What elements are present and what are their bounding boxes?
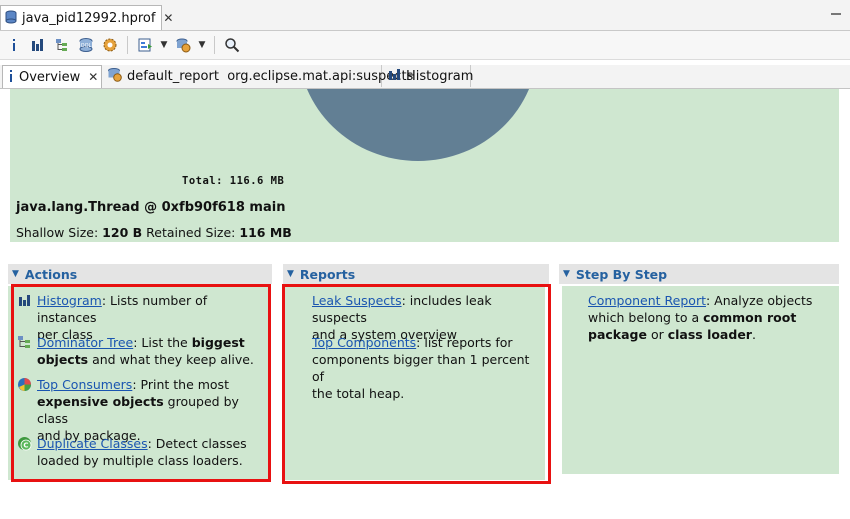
- step-by-step-header[interactable]: ▼ Step By Step: [559, 264, 839, 284]
- section-title: Step By Step: [575, 266, 668, 282]
- overview-content: Total: 116.6 MB java.lang.Thread @ 0xfb9…: [0, 89, 850, 519]
- tab-label: Overview: [19, 69, 81, 85]
- file-tab[interactable]: java_pid12992.hprof ✕: [0, 5, 173, 30]
- pie-chart[interactable]: [298, 89, 538, 161]
- section-title: Reports: [299, 266, 356, 282]
- item-text: .: [751, 327, 756, 342]
- actions-header[interactable]: ▼ Actions: [8, 264, 272, 284]
- tab-overview[interactable]: Overview ✕: [2, 65, 102, 88]
- collapse-arrow-icon[interactable]: ▼: [563, 269, 570, 279]
- close-icon[interactable]: ✕: [88, 70, 98, 84]
- info-icon: [8, 69, 14, 85]
- step-component-report: Component Report: Analyze objects which …: [588, 292, 833, 343]
- highlight-box-actions: [11, 284, 271, 482]
- chevron-down-icon[interactable]: ▼: [159, 40, 169, 50]
- collapse-arrow-icon[interactable]: ▼: [287, 269, 294, 279]
- close-icon[interactable]: ✕: [163, 11, 173, 25]
- editor-tab-bar: Overview ✕ default_report org.eclipse.ma…: [0, 65, 850, 89]
- window-controls: [830, 6, 842, 20]
- file-tab-label: java_pid12992.hprof: [22, 10, 156, 26]
- collapse-arrow-icon[interactable]: ▼: [12, 269, 19, 279]
- reports-header[interactable]: ▼ Reports: [283, 264, 549, 284]
- shallow-size-label: Shallow Size:: [16, 225, 99, 240]
- shallow-size-value: 120 B: [102, 225, 143, 240]
- histogram-icon[interactable]: [28, 35, 48, 55]
- tab-default-report[interactable]: default_report org.eclipse.mat.api:suspe…: [102, 65, 413, 87]
- item-text: : Analyze objects: [705, 293, 813, 308]
- retained-size-value: 116 MB: [239, 225, 292, 240]
- histogram-icon: [388, 68, 401, 84]
- settings-gear-icon[interactable]: [100, 35, 120, 55]
- toolbar-separator: [214, 36, 215, 54]
- toolbar-separator: [127, 36, 128, 54]
- editor-title-bar: java_pid12992.hprof ✕: [0, 0, 850, 31]
- item-bold-text: common root: [703, 310, 797, 325]
- oql-icon[interactable]: OQL: [76, 35, 96, 55]
- item-text: which belong to a: [588, 310, 704, 325]
- query-browser-icon[interactable]: [173, 35, 193, 55]
- report-icon: [107, 67, 122, 85]
- item-bold-text: package: [588, 327, 647, 342]
- total-label: Total: 116.6 MB: [182, 175, 285, 187]
- run-report-icon[interactable]: [135, 35, 155, 55]
- search-icon[interactable]: [222, 35, 242, 55]
- component-report-link[interactable]: Component Report: [588, 293, 706, 308]
- retained-size-label: Retained Size:: [146, 225, 236, 240]
- overview-panel: Total: 116.6 MB java.lang.Thread @ 0xfb9…: [10, 89, 839, 242]
- info-icon[interactable]: [4, 35, 24, 55]
- chevron-down-icon[interactable]: ▼: [197, 40, 207, 50]
- tab-label: Histogram: [406, 68, 474, 84]
- item-bold-text: class loader: [667, 327, 752, 342]
- object-name: java.lang.Thread @ 0xfb90f618 main: [16, 200, 286, 215]
- tab-histogram[interactable]: Histogram: [383, 65, 474, 87]
- tab-label: default_report org.eclipse.mat.api:suspe…: [127, 68, 414, 84]
- item-text: or: [646, 327, 668, 342]
- heap-dump-icon: [5, 10, 17, 27]
- section-title: Actions: [24, 266, 78, 282]
- svg-text:OQL: OQL: [81, 43, 92, 49]
- highlight-box-reports: [282, 284, 551, 484]
- object-sizes: Shallow Size: 120 B Retained Size: 116 M…: [16, 225, 292, 240]
- step-by-step-body: Component Report: Analyze objects which …: [562, 286, 839, 474]
- minimize-icon[interactable]: [830, 6, 842, 20]
- toolbar: OQL ▼ ▼: [0, 31, 850, 60]
- dominator-tree-icon[interactable]: [52, 35, 72, 55]
